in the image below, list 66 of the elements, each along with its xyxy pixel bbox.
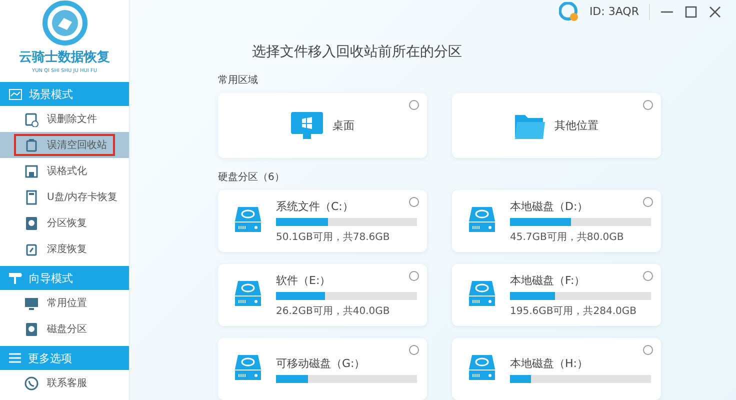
radio-button[interactable] — [409, 271, 419, 281]
hard-drive-icon — [468, 353, 496, 381]
radio-button[interactable] — [409, 345, 419, 355]
usage-text: 45.7GB可用，共80.0GB — [510, 230, 624, 244]
chart-icon — [9, 88, 22, 100]
usage-text: 26.2GB可用，共40.0GB — [276, 304, 390, 318]
partition-card[interactable]: 可移动磁盘（G:） — [218, 338, 427, 400]
location-label: 其他位置 — [554, 118, 598, 133]
app-name: 云骑士数据恢复 — [19, 49, 110, 66]
section-label: 常用区域 — [218, 74, 258, 87]
file-icon — [24, 112, 39, 126]
location-card[interactable]: 桌面 — [218, 93, 427, 158]
partition-name: 软件（E:） — [276, 272, 331, 288]
page-heading: 选择文件移入回收站前所在的分区 — [252, 43, 462, 61]
monitor-icon — [24, 296, 39, 310]
sidebar-item[interactable]: 联系客服 — [0, 370, 129, 396]
usage-text: 195.6GB可用，共284.0GB — [510, 304, 636, 318]
sidebar-item[interactable]: U盘/内存卡恢复 — [0, 184, 129, 210]
folder-icon — [514, 112, 544, 138]
memory-card-icon — [24, 190, 39, 204]
hard-drive-icon — [468, 279, 496, 307]
partition-card[interactable]: 本地磁盘（D:） 45.7GB可用，共80.0GB — [452, 190, 661, 252]
signpost-icon — [9, 272, 22, 284]
section-label: 硬盘分区（6） — [218, 171, 284, 184]
menu-icon — [9, 353, 21, 363]
section-title: 场景模式 — [29, 86, 73, 102]
close-icon — [709, 6, 721, 18]
partition-card[interactable]: 本地磁盘（F:） 195.6GB可用，共284.0GB — [452, 264, 661, 326]
maximize-icon — [685, 6, 697, 18]
sidebar-item[interactable]: 分区恢复 — [0, 210, 129, 236]
partition-card[interactable]: 软件（E:） 26.2GB可用，共40.0GB — [218, 264, 427, 326]
partition-name: 系统文件（C:） — [276, 198, 354, 214]
floppy-icon — [24, 164, 39, 178]
radio-button[interactable] — [409, 100, 419, 110]
hard-drive-icon — [234, 279, 262, 307]
maximize-button[interactable] — [684, 4, 698, 18]
partition-card[interactable]: 系统文件（C:） 50.1GB可用，共78.6GB — [218, 190, 427, 252]
usage-text: 50.1GB可用，共78.6GB — [276, 230, 390, 244]
partition-name: 本地磁盘（D:） — [510, 198, 588, 214]
sidebar-item[interactable]: 常用位置 — [0, 290, 129, 316]
partition-name: 本地磁盘（F:） — [510, 272, 586, 288]
section-title: 更多选项 — [28, 350, 72, 366]
radio-button[interactable] — [643, 197, 653, 207]
sidebar-item[interactable]: 磁盘分区 — [0, 316, 129, 342]
monitor-icon — [290, 112, 322, 140]
user-id: ID: 3AQR — [589, 5, 639, 18]
sidebar-item[interactable]: 误格式化 — [0, 158, 129, 184]
hard-drive-icon — [468, 205, 496, 233]
hard-drive-icon — [234, 353, 262, 381]
location-card[interactable]: 其他位置 — [452, 93, 661, 158]
partition-name: 可移动磁盘（G:） — [276, 356, 366, 370]
location-label: 桌面 — [332, 118, 354, 133]
partition-card[interactable]: 本地磁盘（H:） — [452, 338, 661, 400]
radio-button[interactable] — [643, 271, 653, 281]
radio-button[interactable] — [643, 345, 653, 355]
sidebar-item[interactable]: 误删除文件 — [0, 106, 129, 132]
radio-button[interactable] — [409, 197, 419, 207]
hard-drive-icon — [234, 205, 262, 233]
sidebar-item[interactable]: 深度恢复 — [0, 236, 129, 262]
partition-name: 本地磁盘（H:） — [510, 356, 588, 370]
close-button[interactable] — [708, 4, 722, 18]
user-avatar-icon — [559, 2, 580, 22]
sidebar-item[interactable]: 误清空回收站 — [0, 132, 129, 158]
phone-icon — [24, 376, 39, 390]
radio-button[interactable] — [643, 100, 653, 110]
section-title: 向导模式 — [29, 270, 73, 286]
